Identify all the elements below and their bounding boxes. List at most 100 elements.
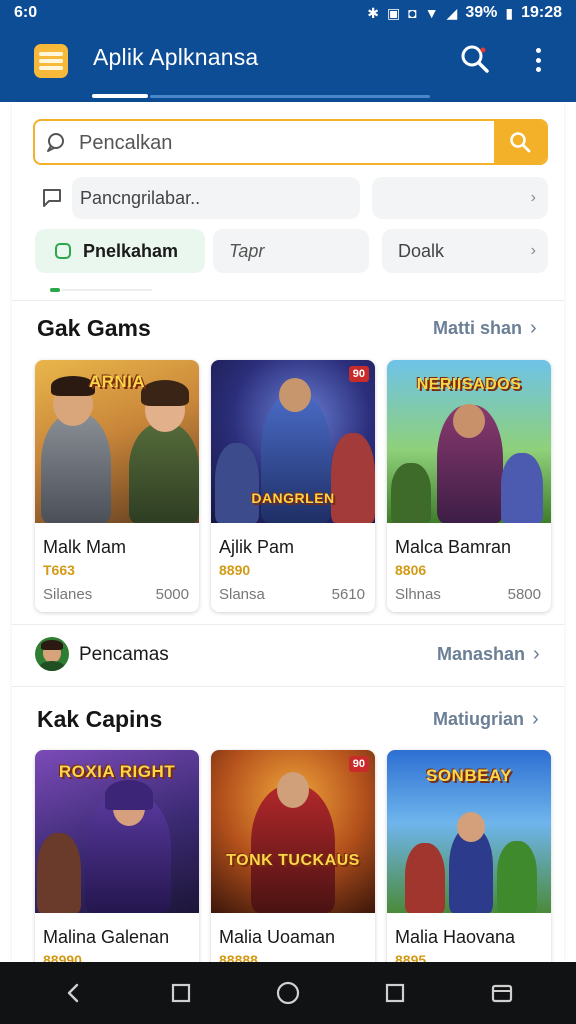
section-link-label: Matiugrian bbox=[433, 709, 525, 729]
game-card-row: ROXIA RIGHT Malina Galenan 88990 90 TONK… bbox=[35, 750, 551, 962]
card-badge: 90 bbox=[348, 366, 369, 382]
app-bar: Aplik Aplknansa bbox=[0, 26, 576, 102]
section-title: Gak Gams bbox=[37, 315, 151, 341]
game-cover-image: NERIISADOS bbox=[387, 360, 551, 523]
divider bbox=[12, 686, 564, 687]
game-cover-title: DANGRLEN bbox=[251, 490, 335, 506]
chevron-right-icon: › bbox=[530, 317, 537, 339]
status-icons: ✱ ▣ ◘ ▼ ◢ 39% ▮ 19:28 bbox=[367, 4, 562, 22]
suggestion-chip[interactable]: Pancngrilabar.. bbox=[72, 177, 360, 219]
divider bbox=[12, 624, 564, 625]
avatar[interactable] bbox=[35, 637, 69, 671]
game-price: 8895 bbox=[395, 952, 427, 962]
game-name: Malca Bamran bbox=[395, 537, 512, 557]
battery-icon: ▮ bbox=[505, 4, 514, 21]
nfc-icon: ◘ bbox=[408, 5, 417, 21]
game-meta-value: 5000 bbox=[155, 586, 189, 603]
game-name: Malia Haovana bbox=[395, 927, 516, 947]
game-price: 8806 bbox=[395, 562, 427, 578]
game-price: 88990 bbox=[43, 952, 82, 962]
game-price: 88888 bbox=[219, 952, 258, 962]
game-meta-value: 5800 bbox=[507, 586, 541, 603]
filter-chip-selected[interactable]: Pnelkaham bbox=[35, 229, 205, 273]
person-row-label: Pencamas bbox=[79, 644, 169, 665]
game-meta: Slhnas bbox=[395, 586, 441, 603]
search-submit-button[interactable] bbox=[494, 121, 546, 163]
section-link-label: Matti shan bbox=[433, 318, 523, 338]
filter-chip-label: Pnelkaham bbox=[83, 240, 179, 261]
search-field[interactable]: Pencalkan bbox=[33, 119, 548, 165]
notification-icon: ▣ bbox=[386, 4, 401, 21]
section-see-all-link[interactable]: Matiugrian › bbox=[433, 708, 539, 731]
game-card[interactable]: ROXIA RIGHT Malina Galenan 88990 bbox=[35, 750, 199, 962]
scroll-track bbox=[62, 289, 152, 291]
suggestion-chip-more[interactable]: › bbox=[372, 177, 548, 219]
chevron-right-icon: › bbox=[530, 242, 536, 259]
signal-icon: ◢ bbox=[446, 4, 458, 21]
search-icon[interactable] bbox=[458, 42, 492, 76]
filter-chip-label: Tapr bbox=[229, 240, 265, 261]
app-tab-track bbox=[150, 95, 430, 98]
game-card-row: ARNIA Malk Mam T663 Silanes 5000 90 DANG… bbox=[35, 360, 551, 612]
checkbox-icon bbox=[55, 243, 71, 259]
game-meta: Slansa bbox=[219, 586, 265, 603]
chevron-right-icon: › bbox=[530, 189, 536, 206]
game-cover-title: SONBEAY bbox=[425, 766, 512, 785]
person-row-link-label: Manashan bbox=[437, 644, 526, 664]
divider bbox=[12, 300, 564, 301]
app-title: Aplik Aplknansa bbox=[93, 44, 259, 70]
search-icon bbox=[510, 132, 531, 153]
game-card[interactable]: 90 TONK TUCKAUS Malia Uoaman 88888 bbox=[211, 750, 375, 962]
game-cover-title: TONK TUCKAUS bbox=[226, 852, 360, 869]
section-title: Kak Capins bbox=[37, 706, 163, 732]
more-options-icon[interactable] bbox=[526, 44, 550, 76]
filter-chip-label: Doalk bbox=[398, 240, 445, 261]
game-meta: Silanes bbox=[43, 586, 93, 603]
game-card[interactable]: 90 DANGRLEN Ajlik Pam 8890 Slansa 5610 bbox=[211, 360, 375, 612]
game-price: 8890 bbox=[219, 562, 251, 578]
search-placeholder: Pencalkan bbox=[79, 132, 173, 154]
status-bar: 6:0 ✱ ▣ ◘ ▼ ◢ 39% ▮ 19:28 bbox=[0, 0, 576, 26]
square-icon[interactable] bbox=[161, 973, 201, 1013]
game-cover-image: 90 DANGRLEN bbox=[211, 360, 375, 523]
card-badge: 90 bbox=[348, 756, 369, 772]
filter-chip[interactable]: Doalk › bbox=[382, 229, 548, 273]
game-cover-image: SONBEAY bbox=[387, 750, 551, 913]
game-name: Malk Mam bbox=[43, 537, 127, 557]
battery-level: 39% bbox=[465, 4, 498, 21]
wifi-icon: ▼ bbox=[424, 5, 439, 21]
game-cover-image: 90 TONK TUCKAUS bbox=[211, 750, 375, 913]
game-cover-title: ARNIA bbox=[88, 372, 146, 391]
game-meta-value: 5610 bbox=[331, 586, 365, 603]
app-tab-indicator bbox=[92, 94, 148, 98]
chat-search-icon bbox=[45, 131, 69, 160]
system-nav-bar bbox=[0, 962, 576, 1024]
game-price: T663 bbox=[43, 562, 75, 578]
game-name: Malia Uoaman bbox=[219, 927, 336, 947]
back-icon[interactable] bbox=[54, 973, 94, 1013]
status-time: 19:28 bbox=[521, 4, 562, 21]
game-card[interactable]: NERIISADOS Malca Bamran 8806 Slhnas 5800 bbox=[387, 360, 551, 612]
filter-chip[interactable]: Tapr bbox=[213, 229, 369, 273]
game-name: Malina Galenan bbox=[43, 927, 170, 947]
app-logo-icon bbox=[34, 44, 68, 78]
game-card[interactable]: ARNIA Malk Mam T663 Silanes 5000 bbox=[35, 360, 199, 612]
game-cover-image: ROXIA RIGHT bbox=[35, 750, 199, 913]
game-cover-title: NERIISADOS bbox=[416, 376, 522, 393]
home-icon[interactable] bbox=[268, 973, 308, 1013]
status-left-text: 6:0 bbox=[14, 4, 38, 21]
scroll-indicator bbox=[50, 288, 60, 292]
chat-icon bbox=[40, 186, 64, 215]
main-content[interactable]: Pencalkan Pancngrilabar.. › Pnelkaham Ta… bbox=[12, 102, 564, 962]
tabs-icon[interactable] bbox=[482, 973, 522, 1013]
suggestion-chip-label: Pancngrilabar.. bbox=[80, 187, 201, 208]
recents-icon[interactable] bbox=[375, 973, 415, 1013]
game-cover-image: ARNIA bbox=[35, 360, 199, 523]
chevron-right-icon: › bbox=[532, 708, 539, 730]
game-name: Ajlik Pam bbox=[219, 537, 295, 557]
person-row-link[interactable]: Manashan › bbox=[437, 643, 540, 666]
game-cover-title: ROXIA RIGHT bbox=[58, 762, 176, 781]
bluetooth-icon: ✱ bbox=[367, 4, 379, 21]
section-see-all-link[interactable]: Matti shan › bbox=[433, 317, 537, 340]
game-card[interactable]: SONBEAY Malia Haovana 8895 bbox=[387, 750, 551, 962]
